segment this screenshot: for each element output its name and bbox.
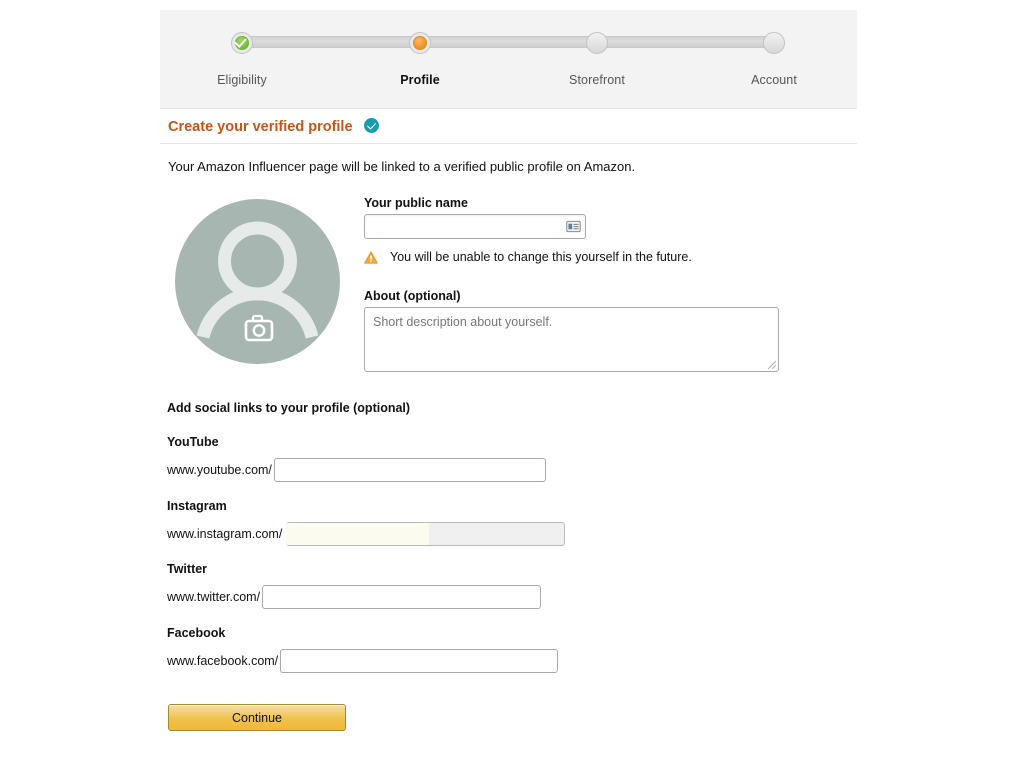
warning-triangle-icon bbox=[364, 250, 378, 264]
camera-icon bbox=[244, 314, 274, 342]
social-group-twitter: Twitter www.twitter.com/ bbox=[167, 562, 542, 609]
public-name-warning-text: You will be unable to change this yourse… bbox=[390, 250, 692, 264]
social-row-facebook: www.facebook.com/ bbox=[167, 649, 559, 673]
social-prefix-twitter: www.twitter.com/ bbox=[167, 590, 261, 604]
social-input-facebook[interactable] bbox=[280, 649, 559, 673]
continue-button[interactable]: Continue bbox=[168, 704, 346, 731]
person-silhouette-icon bbox=[196, 221, 319, 342]
social-prefix-instagram: www.instagram.com/ bbox=[167, 527, 283, 541]
step-account-dot-pending-icon bbox=[763, 32, 785, 54]
social-group-facebook: Facebook www.facebook.com/ bbox=[167, 626, 559, 673]
social-label-facebook: Facebook bbox=[167, 626, 226, 640]
social-input-instagram[interactable] bbox=[286, 522, 566, 546]
step-profile-label: Profile bbox=[400, 73, 440, 87]
page-title: Create your verified profile bbox=[168, 118, 353, 135]
step-profile-dot-current-icon bbox=[409, 32, 431, 54]
step-profile[interactable]: Profile bbox=[360, 32, 480, 87]
avatar[interactable] bbox=[175, 199, 340, 364]
public-name-input[interactable] bbox=[365, 215, 585, 238]
social-label-twitter: Twitter bbox=[167, 562, 208, 576]
step-eligibility[interactable]: Eligibility bbox=[182, 32, 302, 87]
intro-text: Your Amazon Influencer page will be link… bbox=[168, 159, 636, 174]
step-account-label: Account bbox=[751, 73, 797, 87]
step-account[interactable]: Account bbox=[714, 32, 834, 87]
step-eligibility-label: Eligibility bbox=[217, 73, 267, 87]
social-links-heading: Add social links to your profile (option… bbox=[167, 401, 411, 415]
section-title-row: Create your verified profile bbox=[168, 118, 857, 136]
social-group-instagram: Instagram www.instagram.com/ bbox=[167, 499, 566, 546]
social-prefix-facebook: www.facebook.com/ bbox=[167, 654, 279, 668]
social-input-youtube[interactable] bbox=[273, 458, 546, 482]
social-input-instagram-wrap bbox=[284, 522, 566, 546]
social-row-instagram: www.instagram.com/ bbox=[167, 522, 566, 546]
social-label-youtube: YouTube bbox=[167, 435, 219, 449]
step-eligibility-dot-done-icon bbox=[231, 32, 253, 54]
social-row-twitter: www.twitter.com/ bbox=[167, 585, 542, 609]
social-row-youtube: www.youtube.com/ bbox=[167, 458, 546, 482]
title-divider bbox=[160, 143, 857, 144]
social-prefix-youtube: www.youtube.com/ bbox=[167, 463, 272, 477]
public-name-warning: You will be unable to change this yourse… bbox=[364, 250, 692, 264]
progress-track-bar bbox=[242, 36, 776, 48]
step-storefront-dot-pending-icon bbox=[586, 32, 608, 54]
page-root: Eligibility Profile Storefront Account C… bbox=[0, 0, 1024, 768]
contact-card-icon[interactable] bbox=[566, 219, 581, 234]
about-label: About (optional) bbox=[364, 289, 461, 303]
verified-check-icon bbox=[363, 118, 379, 134]
progress-track: Eligibility Profile Storefront Account bbox=[217, 32, 797, 87]
step-storefront-label: Storefront bbox=[569, 73, 625, 87]
step-storefront[interactable]: Storefront bbox=[537, 32, 657, 87]
about-field[interactable] bbox=[364, 307, 779, 372]
social-input-twitter[interactable] bbox=[262, 585, 542, 609]
public-name-field[interactable] bbox=[364, 214, 586, 239]
public-name-label: Your public name bbox=[364, 196, 468, 210]
social-group-youtube: YouTube www.youtube.com/ bbox=[167, 435, 546, 482]
progress-stepper: Eligibility Profile Storefront Account bbox=[160, 10, 857, 109]
about-input[interactable] bbox=[365, 308, 778, 371]
social-label-instagram: Instagram bbox=[167, 499, 227, 513]
